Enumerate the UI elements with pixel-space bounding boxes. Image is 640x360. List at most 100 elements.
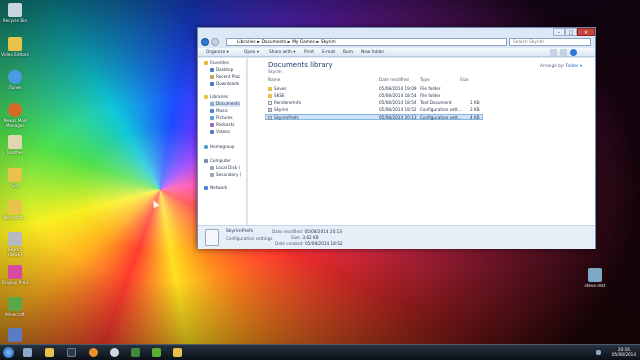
taskbar-firefox-icon[interactable] [89,348,98,357]
desktop-icon-shortcut[interactable] [1,328,29,343]
details-size-value: 3.62 KB [302,235,319,240]
start-button[interactable] [3,347,14,358]
file-type: File folder [420,93,441,98]
breadcrumb-my-games[interactable]: My Games [292,40,315,45]
column-header-type[interactable]: Type [420,77,430,82]
pictures-icon [210,115,214,120]
nexus-icon [8,103,22,117]
new-folder-button[interactable]: New folder [361,48,384,57]
file-type: File folder [420,86,441,91]
desktop-icon-label: Microsoft... [3,215,27,220]
details-modified: Date modified: 05/08/2014 20:13 [272,229,342,234]
file-row[interactable]: Saves 05/08/2014 19:09 File folder [265,86,483,92]
breadcrumb-libraries[interactable]: Libraries [237,40,256,45]
back-button[interactable] [201,38,209,46]
nav-desktop[interactable]: Desktop [210,67,233,73]
desktop-icon-itunes[interactable]: iTunes [1,70,29,90]
desktop-icon-recycle-bin[interactable]: Recycle Bin [1,3,29,23]
details-pane: SkyrimPrefs Configuration settings Date … [198,225,595,249]
taskbar-steam-icon[interactable] [67,348,76,357]
share-with-button[interactable]: Share with ▾ [269,48,295,57]
nav-label: Music [216,108,228,113]
nav-label: Local Disk ( [216,165,241,170]
forward-button[interactable] [211,38,219,46]
minimize-button[interactable]: – [553,28,565,36]
file-row[interactable]: RendererInfo 05/08/2014 18:54 Text Docum… [265,100,483,106]
nav-network[interactable]: Network [204,185,227,191]
desktop-icon-display-prod[interactable]: Display Prod [1,265,29,285]
nav-podcasts[interactable]: Podcasts [210,122,234,128]
library-subtitle: Skyrim [268,69,282,74]
nav-downloads[interactable]: Downloads [210,81,239,87]
desktop-icon-label: steve.mkt [584,283,606,288]
nav-libraries[interactable]: Libraries [204,94,228,100]
address-row: Libraries ► Documents ► My Games ► Skyri… [198,37,595,48]
preview-pane-icon[interactable] [560,49,567,56]
arrange-by-dropdown[interactable]: Folder ▾ [566,63,582,68]
file-row[interactable]: SKSE 05/08/2014 18:54 File folder [265,93,483,99]
tray-icon[interactable] [596,350,601,355]
maximize-button[interactable]: □ [565,28,577,36]
videos-icon [210,129,214,134]
itunes-icon [8,70,22,84]
column-header-date[interactable]: Date modified [379,77,409,82]
desktop-icon-video-editors[interactable]: Video Editors [1,37,29,57]
desktop-icon-gifs[interactable]: Gifs [1,168,29,188]
taskbar-explorer-icon[interactable] [45,348,54,357]
taskbar-app-icon[interactable] [23,348,32,357]
file-date: 05/08/2014 18:54 [379,100,417,105]
nav-recent-places[interactable]: Recent Plac [210,74,240,80]
file-date: 05/08/2014 20:13 [379,115,417,120]
nav-videos[interactable]: Videos [210,129,230,135]
desktop-icon-label: Video Editors [1,52,29,57]
nav-computer[interactable]: Computer [204,158,231,164]
nav-documents[interactable]: Documents [210,101,240,107]
breadcrumb-documents[interactable]: Documents [262,40,287,45]
print-button[interactable]: Print [304,48,314,57]
desktop-icon-nexus-mod-manager[interactable]: Nexus Mod Manager [1,103,29,128]
desktop-icon-steve[interactable]: steve.mkt [583,268,607,288]
column-header-name[interactable]: Name [268,77,280,82]
organize-button[interactable]: Organize ▾ [206,48,229,57]
breadcrumb-skyrim[interactable]: Skyrim [321,40,336,45]
folder-icon [8,37,22,51]
desktop-icon-heather[interactable]: heather [1,135,29,155]
desktop-icon-label: heather [6,150,24,155]
file-row-selected[interactable]: SkyrimPrefs 05/08/2014 20:13 Configurati… [265,114,483,120]
nav-favorites[interactable]: Favorites [204,60,229,66]
address-bar[interactable]: Libraries ► Documents ► My Games ► Skyri… [226,38,507,46]
taskbar-nvidia-icon[interactable] [152,348,161,357]
file-name: Skyrim [268,107,288,113]
burn-button[interactable]: Burn [343,48,353,57]
desktop-icon-skyrim-skse[interactable]: Skyrim (SKSE) [1,232,29,257]
title-bar[interactable]: – □ ✕ [198,28,595,37]
file-date: 05/08/2014 18:52 [379,107,417,112]
desktop-icon-minecraft[interactable]: Minecraft [1,297,29,317]
document-icon [8,135,22,149]
breadcrumb-separator: ► [256,40,261,45]
taskbar-media-icon[interactable] [110,348,119,357]
config-file-icon [268,115,272,120]
file-name: SKSE [268,93,285,99]
help-icon[interactable] [570,49,577,56]
taskbar-folder-icon[interactable] [173,348,182,357]
breadcrumb-separator: ► [316,40,320,45]
arrange-by-label: Arrange by: [540,63,565,68]
view-options-icon[interactable] [550,49,557,56]
open-button[interactable]: Open ▾ [244,48,259,57]
nav-secondary[interactable]: Secondary ( [210,172,241,178]
desktop-icon-microsoft[interactable]: Microsoft... [1,200,29,220]
taskbar-app-icon[interactable] [131,348,140,357]
nav-local-disk[interactable]: Local Disk ( [210,165,240,171]
column-header-size[interactable]: Size [460,77,469,82]
nav-homegroup[interactable]: Homegroup [204,144,235,150]
nav-music[interactable]: Music [210,108,228,114]
nav-pictures[interactable]: Pictures [210,115,233,121]
taskbar-clock[interactable]: 20:16 05/08/2014 [612,347,636,357]
file-list-pane: Documents library Skyrim Arrange by: Fol… [248,58,595,225]
close-button[interactable]: ✕ [577,28,595,36]
nav-label: Homegroup [210,144,235,149]
file-row[interactable]: Skyrim 05/08/2014 18:52 Configuration se… [265,107,483,113]
search-input[interactable]: Search Skyrim [509,38,591,46]
email-button[interactable]: E-mail [322,48,335,57]
